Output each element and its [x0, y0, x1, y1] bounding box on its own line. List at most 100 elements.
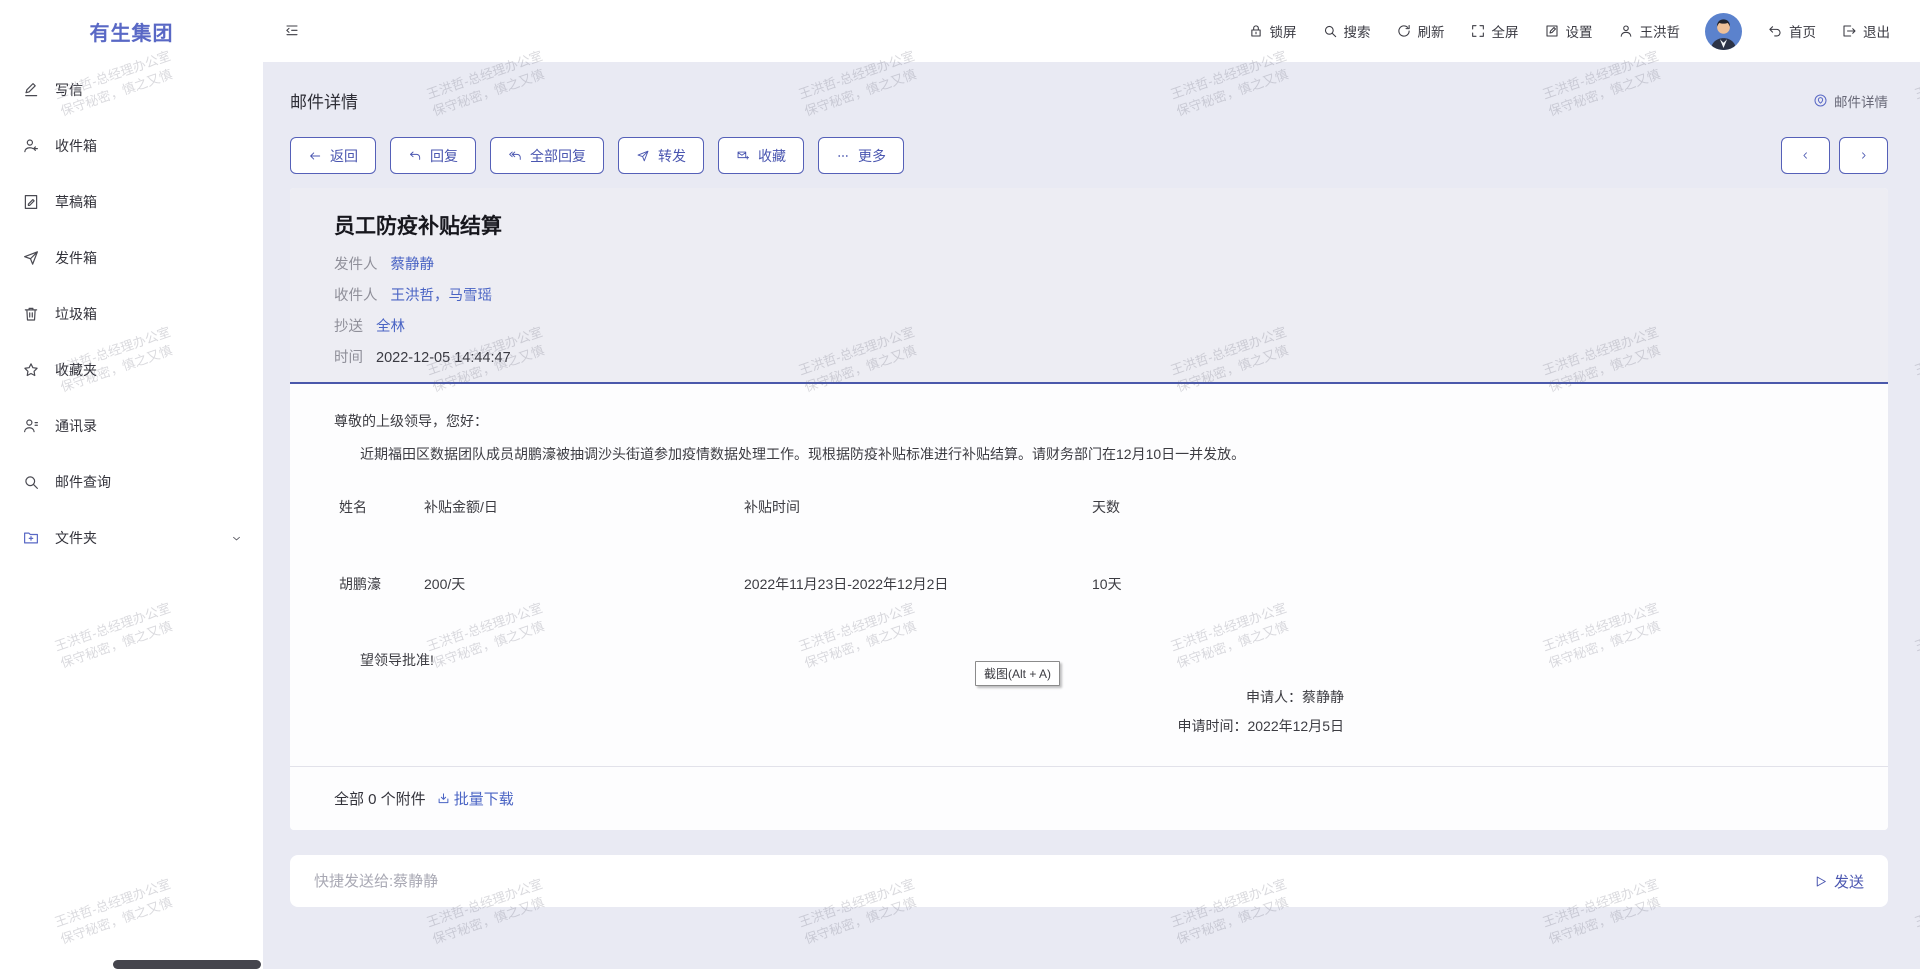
home-icon	[1767, 23, 1783, 39]
screenshot-tooltip: 截图(Alt + A)	[975, 661, 1060, 686]
table-cell: 200/天	[419, 517, 739, 594]
sidebar-collapse-icon[interactable]	[284, 23, 300, 39]
chevron-left-icon	[1799, 149, 1812, 162]
breadcrumb: 邮件详情	[1813, 91, 1888, 111]
topbar-item-search[interactable]: 搜索	[1322, 21, 1371, 41]
mail-card: 员工防疫补贴结算 发件人 蔡静静 收件人 王洪哲，马雪瑶 抄送 全林 时间 20…	[290, 188, 1888, 830]
sidebar-item-label: 写信	[55, 80, 83, 100]
next-mail-button[interactable]	[1839, 137, 1888, 174]
apply-time-line: 申请时间：2022年12月5日	[334, 712, 1344, 741]
subsidy-table: 姓名补贴金额/日补贴时间天数胡鹏濠200/天2022年11月23日-2022年1…	[334, 497, 1207, 594]
topbar-item-label: 全屏	[1492, 21, 1519, 41]
sidebar-item-folders[interactable]: 文件夹	[0, 510, 263, 566]
back-button[interactable]: 返回	[290, 137, 376, 174]
breadcrumb-label: 邮件详情	[1834, 91, 1888, 111]
favorite-button-label: 收藏	[758, 146, 786, 166]
lock-icon	[1248, 23, 1264, 39]
main-content: 邮件详情 邮件详情 返回 回复全部回复 转发 收藏 更多 员工防疫补贴结算 发件人 蔡静…	[263, 62, 1920, 969]
to-label: 收件人	[334, 281, 378, 312]
reply-button[interactable]: 回复	[390, 137, 476, 174]
mail-time-row: 时间 2022-12-05 14:44:47	[334, 343, 1844, 374]
refresh-icon	[1396, 23, 1412, 39]
cc-link[interactable]: 全林	[376, 312, 405, 343]
contacts-icon	[22, 417, 40, 435]
sidebar-item-label: 文件夹	[55, 528, 97, 548]
batch-download-link[interactable]: 批量下载	[436, 788, 514, 809]
sidebar-item-inbox[interactable]: 收件箱	[0, 118, 263, 174]
topbar-item-home[interactable]: 首页	[1767, 21, 1816, 41]
more-button-label: 更多	[858, 146, 886, 166]
mail-time: 2022-12-05 14:44:47	[376, 343, 511, 374]
applicant-name: 蔡静静	[1302, 689, 1344, 705]
table-header-cell: 姓名	[334, 497, 419, 517]
mail-subject: 员工防疫补贴结算	[334, 210, 1844, 240]
cc-label: 抄送	[334, 312, 363, 343]
sidebar-item-sent[interactable]: 发件箱	[0, 230, 263, 286]
sidebar-item-label: 发件箱	[55, 248, 97, 268]
mail-from-row: 发件人 蔡静静	[334, 250, 1844, 281]
sidebar-item-label: 垃圾箱	[55, 304, 97, 324]
topbar-item-fullscreen[interactable]: 全屏	[1470, 21, 1519, 41]
topbar-item-settings[interactable]: 设置	[1544, 21, 1593, 41]
horizontal-scrollbar-thumb[interactable]	[113, 960, 261, 969]
mail-signature: 申请人：蔡静静 申请时间：2022年12月5日	[334, 683, 1844, 741]
topbar-item-label: 锁屏	[1270, 21, 1297, 41]
topbar-item-current-user[interactable]: 王洪哲	[1618, 21, 1681, 41]
mail-header: 员工防疫补贴结算 发件人 蔡静静 收件人 王洪哲，马雪瑶 抄送 全林 时间 20…	[290, 188, 1888, 384]
app-window: 有生集团 锁屏 搜索 刷新 全屏 设置 王洪哲 首页 退出 写信收件箱草稿箱发件箱垃圾箱收藏夹…	[0, 0, 1920, 969]
inbox-icon	[22, 137, 40, 155]
topbar-item-refresh[interactable]: 刷新	[1396, 21, 1445, 41]
sent-icon	[22, 249, 40, 267]
more-icon	[836, 149, 850, 163]
applicant-line: 申请人：蔡静静	[334, 683, 1344, 712]
favorite-button[interactable]: 收藏	[718, 137, 804, 174]
table-header-cell: 补贴时间	[739, 497, 1087, 517]
sidebar-item-label: 通讯录	[55, 416, 97, 436]
quick-send-input[interactable]	[314, 873, 1813, 890]
star-icon	[22, 361, 40, 379]
time-label: 时间	[334, 343, 363, 374]
forward-button-label: 转发	[658, 146, 686, 166]
mail-pager	[1781, 137, 1888, 174]
topbar-item-logout[interactable]: 退出	[1841, 21, 1890, 41]
sidebar-item-label: 收藏夹	[55, 360, 97, 380]
table-header-cell: 补贴金额/日	[419, 497, 739, 517]
mail-to-row: 收件人 王洪哲，马雪瑶	[334, 281, 1844, 312]
recipients-link[interactable]: 王洪哲，马雪瑶	[391, 281, 493, 312]
sidebar-item-compose[interactable]: 写信	[0, 62, 263, 118]
user-avatar[interactable]	[1705, 13, 1742, 50]
apply-time-value: 2022年12月5日	[1247, 718, 1344, 734]
sidebar-item-contacts[interactable]: 通讯录	[0, 398, 263, 454]
mail-body: 尊敬的上级领导，您好： 近期福田区数据团队成员胡鹏濠被抽调沙头街道参加疫情数据处…	[290, 384, 1888, 766]
search-icon	[22, 473, 40, 491]
prev-mail-button[interactable]	[1781, 137, 1830, 174]
table-header-cell: 天数	[1087, 497, 1207, 517]
more-button[interactable]: 更多	[818, 137, 904, 174]
user-icon	[1618, 23, 1634, 39]
brand-logo[interactable]: 有生集团	[0, 17, 263, 46]
mail-paragraph: 近期福田区数据团队成员胡鹏濠被抽调沙头街道参加疫情数据处理工作。现根据防疫补贴标…	[334, 444, 1844, 464]
from-label: 发件人	[334, 250, 378, 281]
topbar-item-label: 退出	[1863, 21, 1890, 41]
sidebar-item-label: 收件箱	[55, 136, 97, 156]
reply-all-button[interactable]: 全部回复	[490, 137, 604, 174]
sidebar-item-mail-search[interactable]: 邮件查询	[0, 454, 263, 510]
topbar-item-lock-screen[interactable]: 锁屏	[1248, 21, 1297, 41]
table-row: 胡鹏濠200/天2022年11月23日-2022年12月2日10天	[334, 517, 1207, 594]
quick-send-bar: 发送	[290, 855, 1888, 907]
forward-button[interactable]: 转发	[618, 137, 704, 174]
chevron-down-icon	[230, 532, 243, 545]
send-button[interactable]: 发送	[1813, 871, 1864, 892]
attachments-summary: 全部 0 个附件	[334, 788, 426, 809]
mail-toolbar: 返回 回复全部回复 转发 收藏 更多	[290, 137, 1888, 174]
table-cell: 10天	[1087, 517, 1207, 594]
sidebar-item-trash[interactable]: 垃圾箱	[0, 286, 263, 342]
sidebar-item-drafts[interactable]: 草稿箱	[0, 174, 263, 230]
back-button-label: 返回	[330, 146, 358, 166]
sidebar-item-favorites[interactable]: 收藏夹	[0, 342, 263, 398]
table-cell: 胡鹏濠	[334, 517, 419, 594]
page-header: 邮件详情 邮件详情	[290, 88, 1888, 113]
sender-link[interactable]: 蔡静静	[391, 250, 435, 281]
mail-closing: 望领导批准!	[360, 650, 1844, 670]
folder-icon	[22, 529, 40, 547]
